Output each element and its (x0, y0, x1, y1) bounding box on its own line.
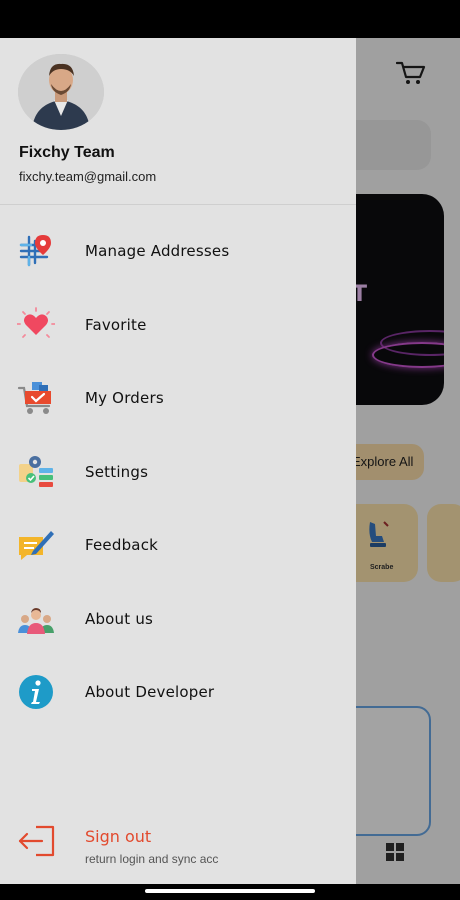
menu-item-favorite[interactable]: Favorite (0, 295, 356, 355)
menu-item-label: About Developer (85, 683, 215, 701)
sign-out-button[interactable]: Sign out return login and sync acc (0, 816, 356, 876)
address-pin-icon (19, 235, 51, 267)
menu-item-feedback[interactable]: Feedback (0, 515, 356, 575)
divider (0, 204, 356, 205)
info-icon (19, 675, 53, 709)
menu-item-label: Favorite (85, 316, 147, 334)
menu-item-about-developer[interactable]: About Developer (0, 662, 356, 722)
heart-icon (17, 307, 55, 338)
menu-item-label: Manage Addresses (85, 242, 230, 260)
sign-out-label: Sign out (85, 827, 152, 846)
feedback-pencil-icon (19, 531, 54, 560)
sign-out-subtitle: return login and sync acc (85, 852, 219, 866)
menu-item-settings[interactable]: Settings (0, 442, 356, 502)
status-bar (0, 0, 460, 38)
cart-icon (17, 382, 51, 414)
settings-gear-icon (19, 456, 53, 487)
menu-item-about-us[interactable]: About us (0, 589, 356, 649)
navigation-drawer: Fixchy Team fixchy.team@gmail.com Manage… (0, 38, 356, 884)
logout-icon (18, 825, 55, 857)
menu-item-label: Feedback (85, 536, 159, 554)
home-indicator[interactable] (145, 889, 315, 893)
profile-name: Fixchy Team (19, 144, 115, 161)
menu-item-manage-addresses[interactable]: Manage Addresses (0, 221, 356, 281)
menu-item-my-orders[interactable]: My Orders (0, 368, 356, 428)
avatar-image (18, 54, 104, 130)
menu-item-label: About us (85, 610, 154, 628)
menu-item-label: My Orders (85, 389, 164, 407)
profile-email: fixchy.team@gmail.com (19, 169, 157, 184)
avatar[interactable] (18, 54, 104, 130)
team-people-icon (18, 608, 54, 634)
menu-item-label: Settings (85, 463, 149, 481)
